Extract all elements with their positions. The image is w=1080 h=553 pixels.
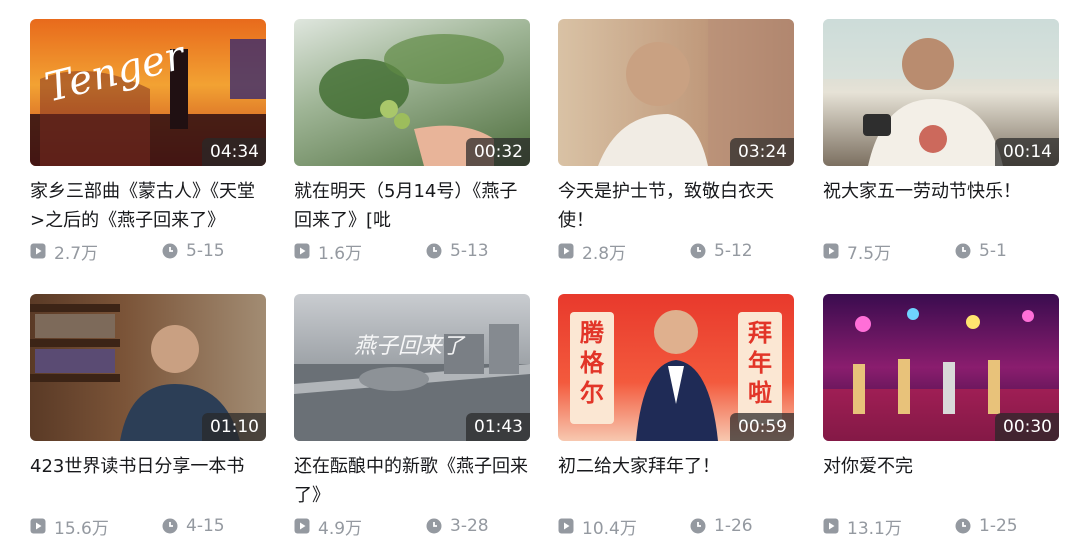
play-count-icon [823,243,839,259]
play-count-value: 13.1万 [847,518,902,539]
play-count: 2.7万 [30,239,98,264]
upload-date-value: 3-28 [450,516,489,536]
video-card[interactable]: 燕子回来了 01:43 还在酝酿中的新歌《燕子回来了》 4.9万 3-28 [294,294,530,539]
video-title[interactable]: 还在酝酿中的新歌《燕子回来了》 [294,452,530,510]
play-count-icon [558,518,574,534]
video-duration: 00:32 [466,138,530,166]
video-thumbnail[interactable]: 00:30 [823,294,1059,441]
clock-icon [162,243,178,259]
upload-date: 1-25 [955,516,1059,536]
clock-icon [426,518,442,534]
play-count-icon [294,243,310,259]
video-title[interactable]: 家乡三部曲《蒙古人》《天堂>之后的《燕子回来了》 [30,177,266,235]
video-duration: 00:30 [995,413,1059,441]
video-title[interactable]: 423世界读书日分享一本书 [30,452,266,510]
upload-date-value: 5-12 [714,241,753,261]
video-thumbnail[interactable]: 燕子回来了 01:43 [294,294,530,441]
clock-icon [955,243,971,259]
video-title[interactable]: 初二给大家拜年了！ [558,452,794,510]
clock-icon [955,518,971,534]
video-card[interactable]: 03:24 今天是护士节，致敬白衣天使！ 2.8万 5-12 [558,19,794,264]
video-duration: 00:14 [995,138,1059,166]
upload-date-value: 5-13 [450,241,489,261]
video-thumbnail[interactable]: 00:14 [823,19,1059,166]
play-count: 2.8万 [558,239,626,264]
play-count-icon [558,243,574,259]
upload-date: 5-15 [162,241,266,261]
video-card[interactable]: Tenger 04:34 家乡三部曲《蒙古人》《天堂>之后的《燕子回来了》 2.… [30,19,266,264]
play-count-value: 15.6万 [54,518,109,539]
video-thumbnail[interactable]: Tenger 04:34 [30,19,266,166]
play-count: 10.4万 [558,514,637,539]
clock-icon [690,518,706,534]
video-duration: 03:24 [730,138,794,166]
video-title[interactable]: 就在明天（5月14号）《燕子回来了》[吡 [294,177,530,235]
play-count: 13.1万 [823,514,902,539]
thumbnail-text: 燕子回来了 [354,334,465,359]
play-count-value: 1.6万 [318,243,363,264]
video-thumbnail[interactable]: 03:24 [558,19,794,166]
play-count-icon [294,518,310,534]
play-count: 4.9万 [294,514,362,539]
upload-date-value: 1-26 [714,516,753,536]
play-count: 15.6万 [30,514,109,539]
upload-date-value: 4-15 [186,516,225,536]
video-card[interactable]: 00:14 祝大家五一劳动节快乐！ 7.5万 5-1 [823,19,1059,264]
video-thumbnail[interactable]: 00:32 [294,19,530,166]
play-count: 7.5万 [823,239,891,264]
upload-date: 5-12 [690,241,794,261]
upload-date-value: 1-25 [979,516,1018,536]
video-duration: 00:59 [730,413,794,441]
play-count-icon [30,518,46,534]
play-count: 1.6万 [294,239,362,264]
video-duration: 04:34 [202,138,266,166]
clock-icon [162,518,178,534]
thumbnail-text-left: 腾格尔 [580,319,604,407]
play-count-value: 2.7万 [54,243,99,264]
video-duration: 01:10 [202,413,266,441]
upload-date-value: 5-1 [979,241,1007,261]
upload-date-value: 5-15 [186,241,225,261]
video-title[interactable]: 对你爱不完 [823,452,1059,510]
video-title[interactable]: 今天是护士节，致敬白衣天使！ [558,177,794,235]
video-title[interactable]: 祝大家五一劳动节快乐！ [823,177,1059,235]
video-card[interactable]: 00:32 就在明天（5月14号）《燕子回来了》[吡 1.6万 5-13 [294,19,530,264]
upload-date: 1-26 [690,516,794,536]
play-count-value: 4.9万 [318,518,363,539]
video-duration: 01:43 [466,413,530,441]
play-count-value: 10.4万 [582,518,637,539]
play-count-icon [30,243,46,259]
video-card[interactable]: 00:30 对你爱不完 13.1万 1-25 [823,294,1059,539]
thumbnail-text-right: 拜年啦 [748,319,772,407]
video-thumbnail[interactable]: 01:10 [30,294,266,441]
play-count-value: 2.8万 [582,243,627,264]
upload-date: 4-15 [162,516,266,536]
video-card[interactable]: 腾格尔 拜年啦 00:59 初二给大家拜年了！ 10.4万 1-26 [558,294,794,539]
upload-date: 3-28 [426,516,530,536]
clock-icon [690,243,706,259]
play-count-icon [823,518,839,534]
upload-date: 5-1 [955,241,1059,261]
upload-date: 5-13 [426,241,530,261]
video-card[interactable]: 01:10 423世界读书日分享一本书 15.6万 4-15 [30,294,266,539]
clock-icon [426,243,442,259]
play-count-value: 7.5万 [847,243,892,264]
video-thumbnail[interactable]: 腾格尔 拜年啦 00:59 [558,294,794,441]
